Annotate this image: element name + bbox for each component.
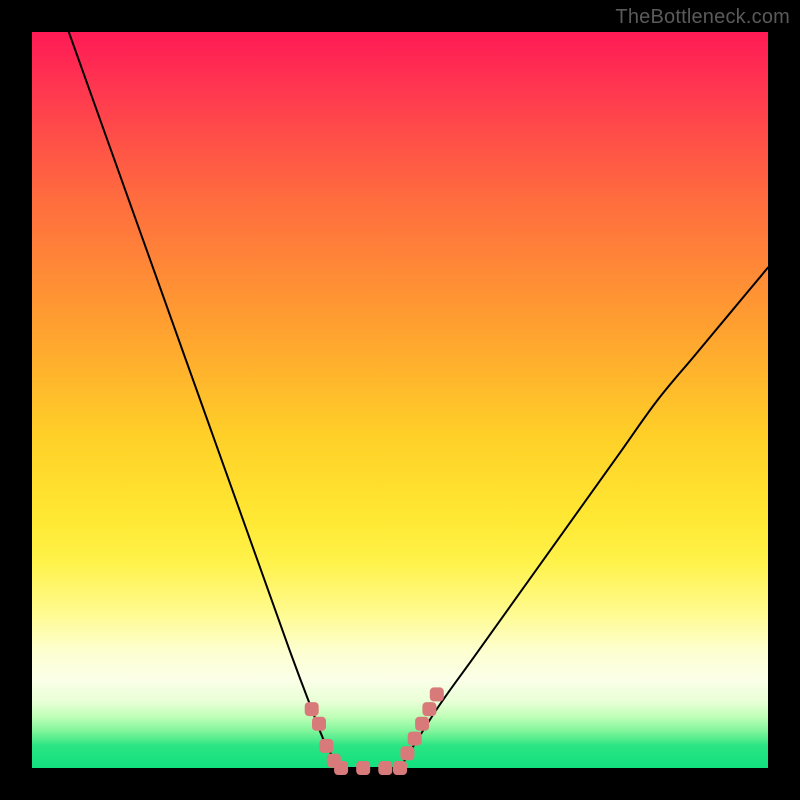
marker-point bbox=[305, 702, 319, 716]
chart-frame: TheBottleneck.com bbox=[0, 0, 800, 800]
chart-svg bbox=[32, 32, 768, 768]
marker-point bbox=[393, 761, 407, 775]
watermark-text: TheBottleneck.com bbox=[615, 6, 790, 29]
marker-point bbox=[312, 717, 326, 731]
marker-point bbox=[356, 761, 370, 775]
marker-point bbox=[334, 761, 348, 775]
marker-point bbox=[408, 732, 422, 746]
curve-left bbox=[69, 32, 341, 768]
marker-point bbox=[400, 746, 414, 760]
plot-area bbox=[32, 32, 768, 768]
marker-point bbox=[378, 761, 392, 775]
marker-point bbox=[430, 687, 444, 701]
marker-point bbox=[415, 717, 429, 731]
marker-point bbox=[319, 739, 333, 753]
marker-point bbox=[422, 702, 436, 716]
curve-right bbox=[400, 268, 768, 768]
